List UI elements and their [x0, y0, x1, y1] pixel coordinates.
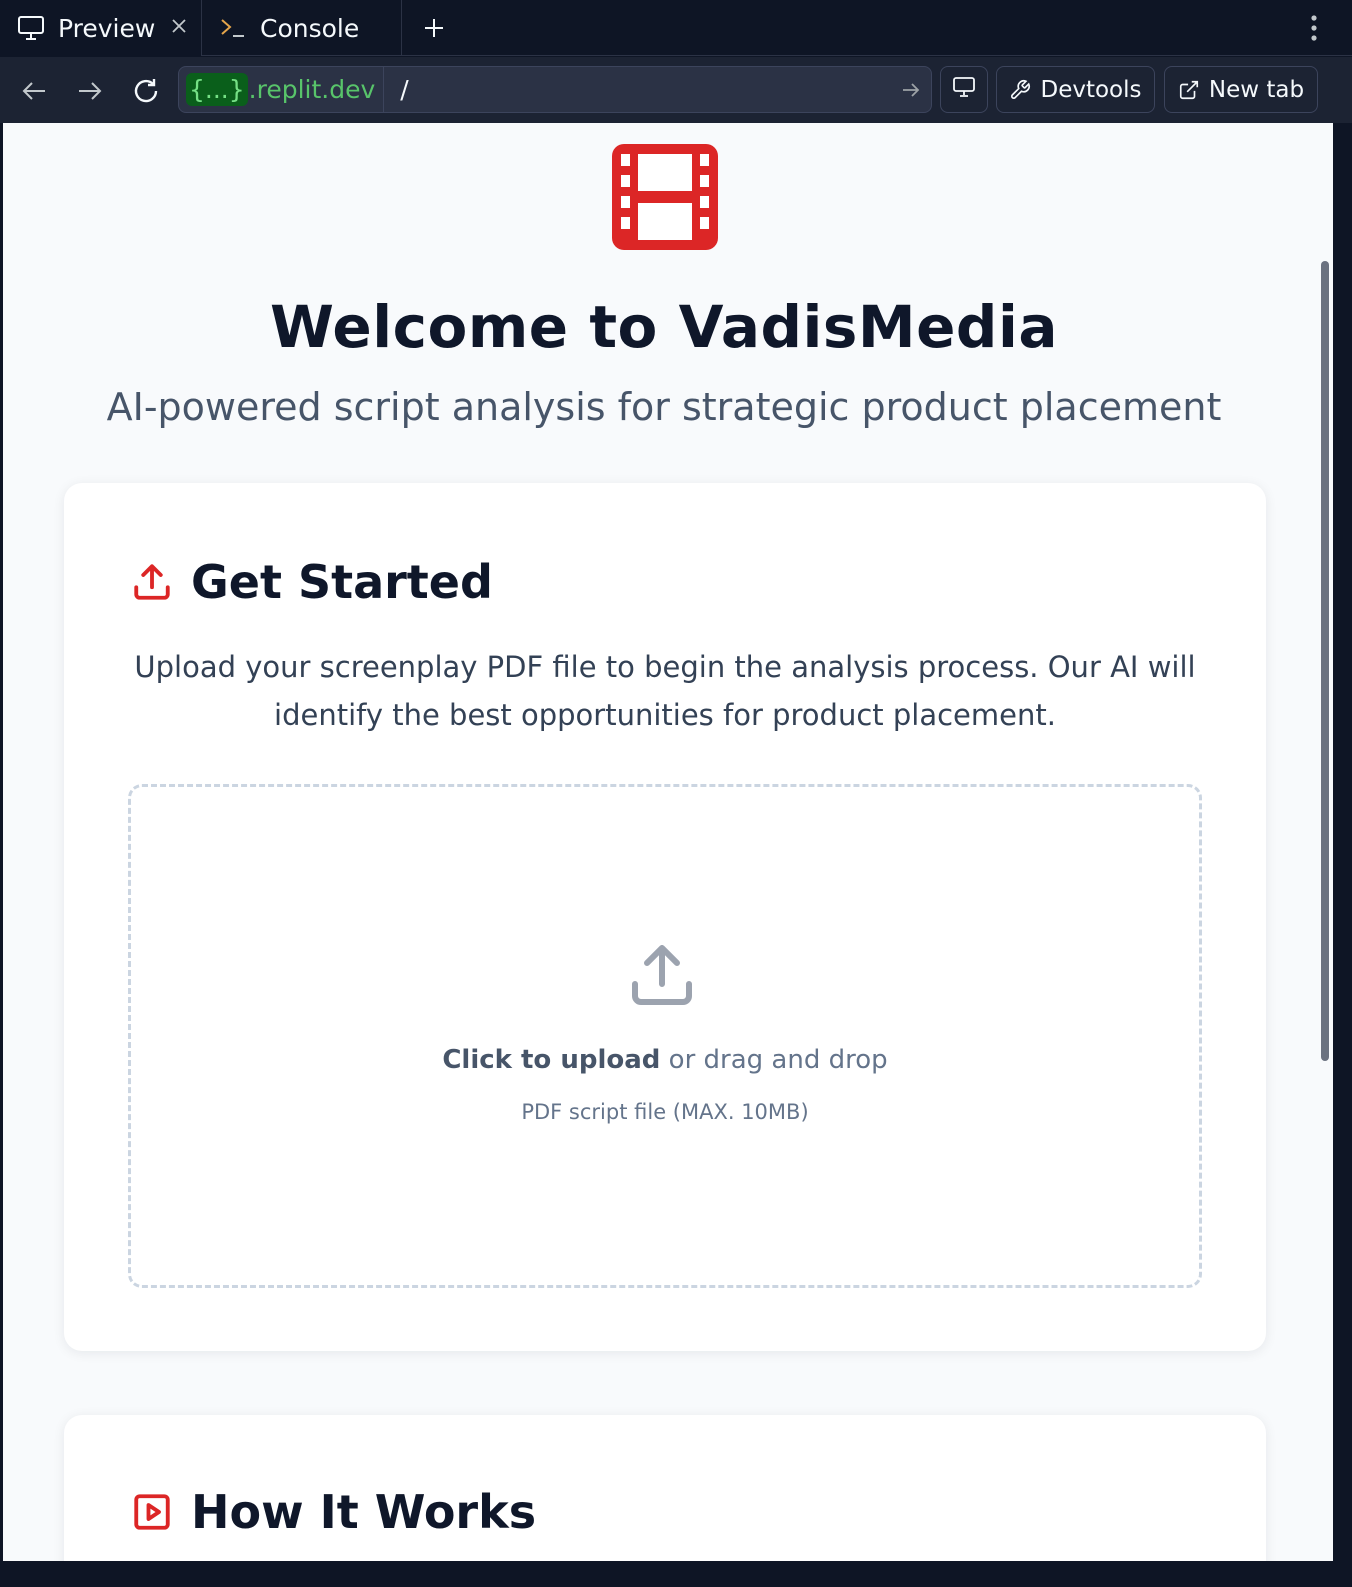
how-it-works-title: How It Works: [191, 1485, 537, 1539]
devtools-button[interactable]: Devtools: [996, 66, 1155, 113]
new-tab-label: New tab: [1208, 76, 1305, 103]
how-it-works-header: How It Works: [130, 1485, 536, 1539]
external-link-icon: [1178, 79, 1200, 101]
browser-toolbar: {...} .replit.dev / Devtools New tab: [0, 57, 1352, 123]
upload-icon: [626, 939, 702, 1015]
window-bottom-edge: [0, 1561, 1352, 1587]
page-title: Welcome to VadisMedia: [270, 293, 1058, 361]
device-preview-button[interactable]: [940, 66, 988, 113]
how-it-works-card: How It Works: [64, 1415, 1266, 1561]
url-path-input[interactable]: /: [384, 75, 891, 104]
get-started-description: Upload your screenplay PDF file to begin…: [134, 650, 1196, 732]
forward-icon[interactable]: [70, 71, 110, 111]
file-dropzone[interactable]: Click to upload or drag and drop PDF scr…: [128, 784, 1202, 1288]
more-options-icon[interactable]: [1304, 10, 1324, 46]
tab-preview[interactable]: Preview: [0, 0, 202, 56]
upload-icon: [130, 560, 174, 604]
click-to-upload-link[interactable]: Click to upload: [442, 1045, 660, 1075]
play-square-icon: [130, 1490, 174, 1534]
url-host-domain: .replit.dev: [248, 75, 376, 104]
new-tab-button[interactable]: New tab: [1164, 66, 1318, 113]
wrench-icon: [1009, 79, 1031, 101]
browser-tabbar: Preview Console: [0, 0, 1352, 56]
close-icon[interactable]: [167, 14, 191, 38]
monitor-icon: [16, 13, 46, 43]
devtools-label: Devtools: [1040, 76, 1142, 103]
add-tab-icon[interactable]: [418, 12, 450, 44]
tab-label: Preview: [58, 13, 156, 43]
get-started-header: Get Started: [130, 555, 493, 609]
page-scrollbar[interactable]: [1321, 261, 1329, 1061]
page-subtitle: AI-powered script analysis for strategic…: [106, 385, 1222, 429]
tab-label: Console: [260, 13, 360, 43]
url-host-badge: {...}: [186, 73, 248, 106]
back-icon[interactable]: [14, 71, 54, 111]
dropzone-hint: PDF script file (MAX. 10MB): [521, 1100, 809, 1124]
url-host: {...} .replit.dev: [179, 67, 385, 112]
arrow-right-icon[interactable]: [891, 70, 931, 110]
address-bar[interactable]: {...} .replit.dev /: [178, 66, 932, 113]
get-started-title: Get Started: [191, 555, 493, 609]
terminal-icon: [218, 13, 248, 43]
dropzone-text-rest: or drag and drop: [660, 1045, 888, 1075]
tab-console[interactable]: Console: [202, 0, 402, 56]
reload-icon[interactable]: [126, 71, 166, 111]
page-viewport: Welcome to VadisMedia AI-powered script …: [3, 123, 1333, 1561]
monitor-icon: [952, 76, 976, 104]
dropzone-text: Click to upload or drag and drop: [131, 1045, 1199, 1075]
film-icon: [612, 144, 718, 250]
get-started-card: Get Started Upload your screenplay PDF f…: [64, 483, 1266, 1351]
